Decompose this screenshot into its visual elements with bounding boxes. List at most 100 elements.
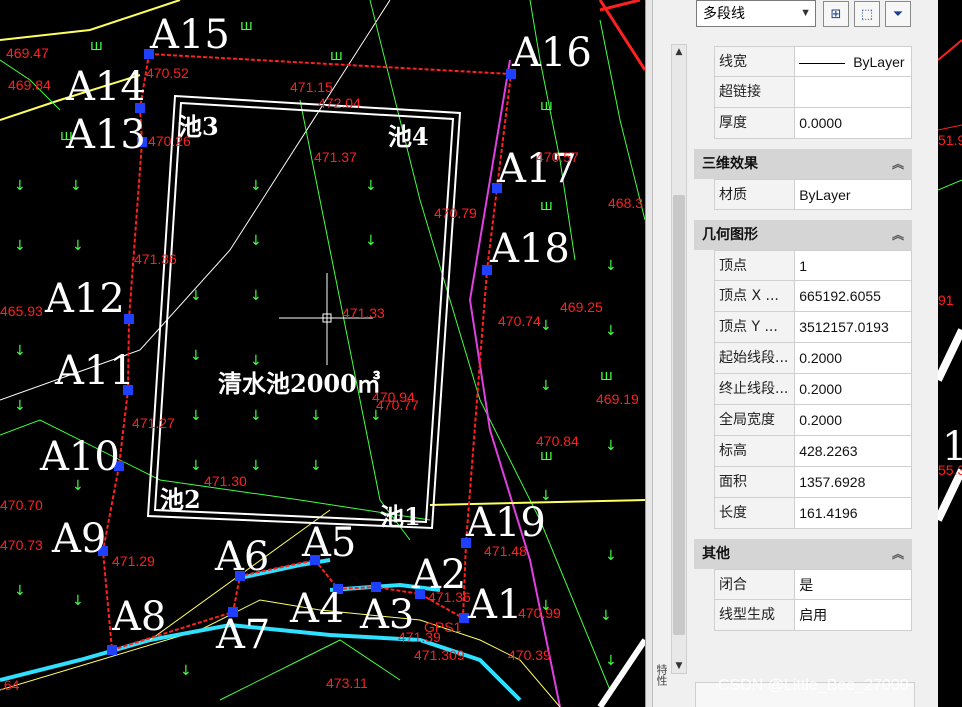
property-row[interactable]: 线宽 ByLayer: [694, 46, 912, 77]
property-value[interactable]: 0.0000: [794, 108, 912, 139]
property-value[interactable]: 1: [794, 250, 912, 281]
svg-text:ш: ш: [330, 48, 343, 64]
drawing-svg: A1 A2 A3 A4 A5 A6 A7 A8 A9 A10 A11 A12 A…: [0, 0, 645, 707]
gps-label: GPS1: [424, 619, 462, 635]
property-row[interactable]: 顶点 1: [694, 250, 912, 281]
quick-select-button[interactable]: ⊞: [823, 1, 849, 27]
point-label-a13: A13: [65, 112, 146, 158]
palette-title-tab[interactable]: 特性: [653, 664, 669, 704]
svg-text:↓: ↓: [605, 653, 617, 669]
property-value[interactable]: [794, 77, 912, 108]
scroll-down-icon[interactable]: ▼: [672, 659, 686, 673]
elevation-label: 465.93: [0, 303, 43, 319]
svg-text:ш: ш: [600, 368, 613, 384]
elevation-label: 470.79: [434, 205, 477, 221]
property-key: 线型生成: [714, 600, 795, 631]
svg-text:↓: ↓: [70, 178, 82, 194]
elevation-label: 471.29: [112, 553, 155, 569]
elevation-label: 469.47: [6, 45, 49, 61]
point-label-a11: A11: [54, 348, 135, 394]
property-row[interactable]: 闭合是: [694, 569, 912, 600]
section-geometry[interactable]: 几何图形 ︽: [694, 220, 912, 250]
point-label-a9: A9: [51, 516, 106, 562]
property-value[interactable]: 0.2000: [794, 343, 912, 374]
property-value[interactable]: 0.2000: [794, 405, 912, 436]
property-value[interactable]: 启用: [794, 600, 912, 631]
property-value[interactable]: ByLayer: [794, 179, 912, 210]
filter-icon: ⏷: [892, 6, 904, 22]
object-type-select[interactable]: 多段线 ▼: [696, 0, 816, 27]
property-row[interactable]: 超链接: [694, 77, 912, 108]
property-row[interactable]: 线型生成 启用: [694, 600, 912, 631]
property-row[interactable]: 长度 161.4196: [694, 498, 912, 529]
svg-text:↓: ↓: [72, 593, 84, 609]
point-label-a14: A14: [65, 64, 146, 110]
property-value[interactable]: ByLayer: [794, 46, 912, 77]
collapse-icon[interactable]: ︽: [892, 539, 904, 569]
property-key: 起始线段...: [714, 343, 795, 374]
property-key: 材质: [714, 179, 795, 210]
cad-drawing-canvas[interactable]: A1 A2 A3 A4 A5 A6 A7 A8 A9 A10 A11 A12 A…: [0, 0, 645, 707]
property-row[interactable]: 厚度 0.0000: [694, 108, 912, 139]
elevation-label: 470.77: [376, 397, 419, 413]
svg-text:ш: ш: [90, 38, 103, 54]
elevation-label: 91: [938, 292, 954, 308]
property-key: 顶点: [714, 250, 795, 281]
toggle-pickadd-button[interactable]: ⏷: [885, 1, 911, 27]
scroll-up-icon[interactable]: ▲: [672, 45, 686, 59]
property-value[interactable]: 1357.6928: [794, 467, 912, 498]
elevation-label: 472.04: [318, 95, 361, 111]
property-key: 顶点 X ...: [714, 281, 795, 312]
property-value[interactable]: 0.2000: [794, 374, 912, 405]
pool-title: 清水池2000㎥: [218, 369, 381, 398]
svg-text:↓: ↓: [605, 548, 617, 564]
elevation-label: 469.19: [596, 391, 639, 407]
svg-text:↓: ↓: [14, 343, 26, 359]
collapse-icon[interactable]: ︽: [892, 220, 904, 250]
point-label-a5: A5: [301, 520, 356, 566]
elevation-label: 471.309: [414, 647, 465, 663]
drawing-svg-right: 1 51.9 91 55.3: [938, 39, 962, 522]
section-title: 其他: [702, 546, 730, 562]
svg-text:↓: ↓: [605, 323, 617, 339]
elevation-label: 469.25: [560, 299, 603, 315]
point-label-a10: A10: [39, 434, 120, 480]
property-row[interactable]: 面积 1357.6928: [694, 467, 912, 498]
cad-drawing-canvas-right[interactable]: 1 51.9 91 55.3: [938, 0, 962, 707]
property-key: 线宽: [714, 46, 795, 77]
palette-side-strip: ▲ ▼ 特性: [653, 0, 691, 707]
svg-text:↓: ↓: [605, 258, 617, 274]
point-label-a8: A8: [111, 594, 166, 640]
collapse-icon[interactable]: ︽: [892, 149, 904, 179]
property-row[interactable]: 全局宽度 0.2000: [694, 405, 912, 436]
palette-toolbar: 多段线 ▼ ⊞ ⬚ ⏷: [653, 0, 938, 30]
select-objects-button[interactable]: ⬚: [854, 1, 880, 27]
section-title: 几何图形: [702, 227, 758, 243]
property-row[interactable]: 终止线段... 0.2000: [694, 374, 912, 405]
svg-text:↓: ↓: [600, 608, 612, 624]
property-value[interactable]: 3512157.0193: [794, 312, 912, 343]
svg-text:ш: ш: [540, 98, 553, 114]
palette-splitter[interactable]: [645, 0, 653, 707]
property-value[interactable]: 是: [794, 569, 912, 600]
property-row[interactable]: 顶点 X ... 665192.6055: [694, 281, 912, 312]
pool-label-1: 池1: [380, 502, 421, 531]
property-value[interactable]: 665192.6055: [794, 281, 912, 312]
svg-text:ш: ш: [60, 128, 73, 144]
property-value[interactable]: 161.4196: [794, 498, 912, 529]
scroll-thumb[interactable]: [673, 195, 685, 635]
svg-text:↓: ↓: [180, 663, 192, 679]
property-row[interactable]: 材质 ByLayer: [694, 179, 912, 210]
property-key: 顶点 Y ...: [714, 312, 795, 343]
property-value[interactable]: 428.2263: [794, 436, 912, 467]
property-row[interactable]: 起始线段... 0.2000: [694, 343, 912, 374]
palette-scrollbar[interactable]: ▲ ▼: [671, 44, 687, 674]
point-label-a15: A15: [149, 12, 230, 58]
quick-select-icon: ⊞: [830, 6, 842, 22]
property-row[interactable]: 顶点 Y ... 3512157.0193: [694, 312, 912, 343]
section-3d-effects[interactable]: 三维效果 ︽: [694, 149, 912, 179]
section-title: 三维效果: [702, 156, 758, 172]
section-misc[interactable]: 其他 ︽: [694, 539, 912, 569]
property-row[interactable]: 标高 428.2263: [694, 436, 912, 467]
point-label-a4: A4: [289, 586, 344, 632]
